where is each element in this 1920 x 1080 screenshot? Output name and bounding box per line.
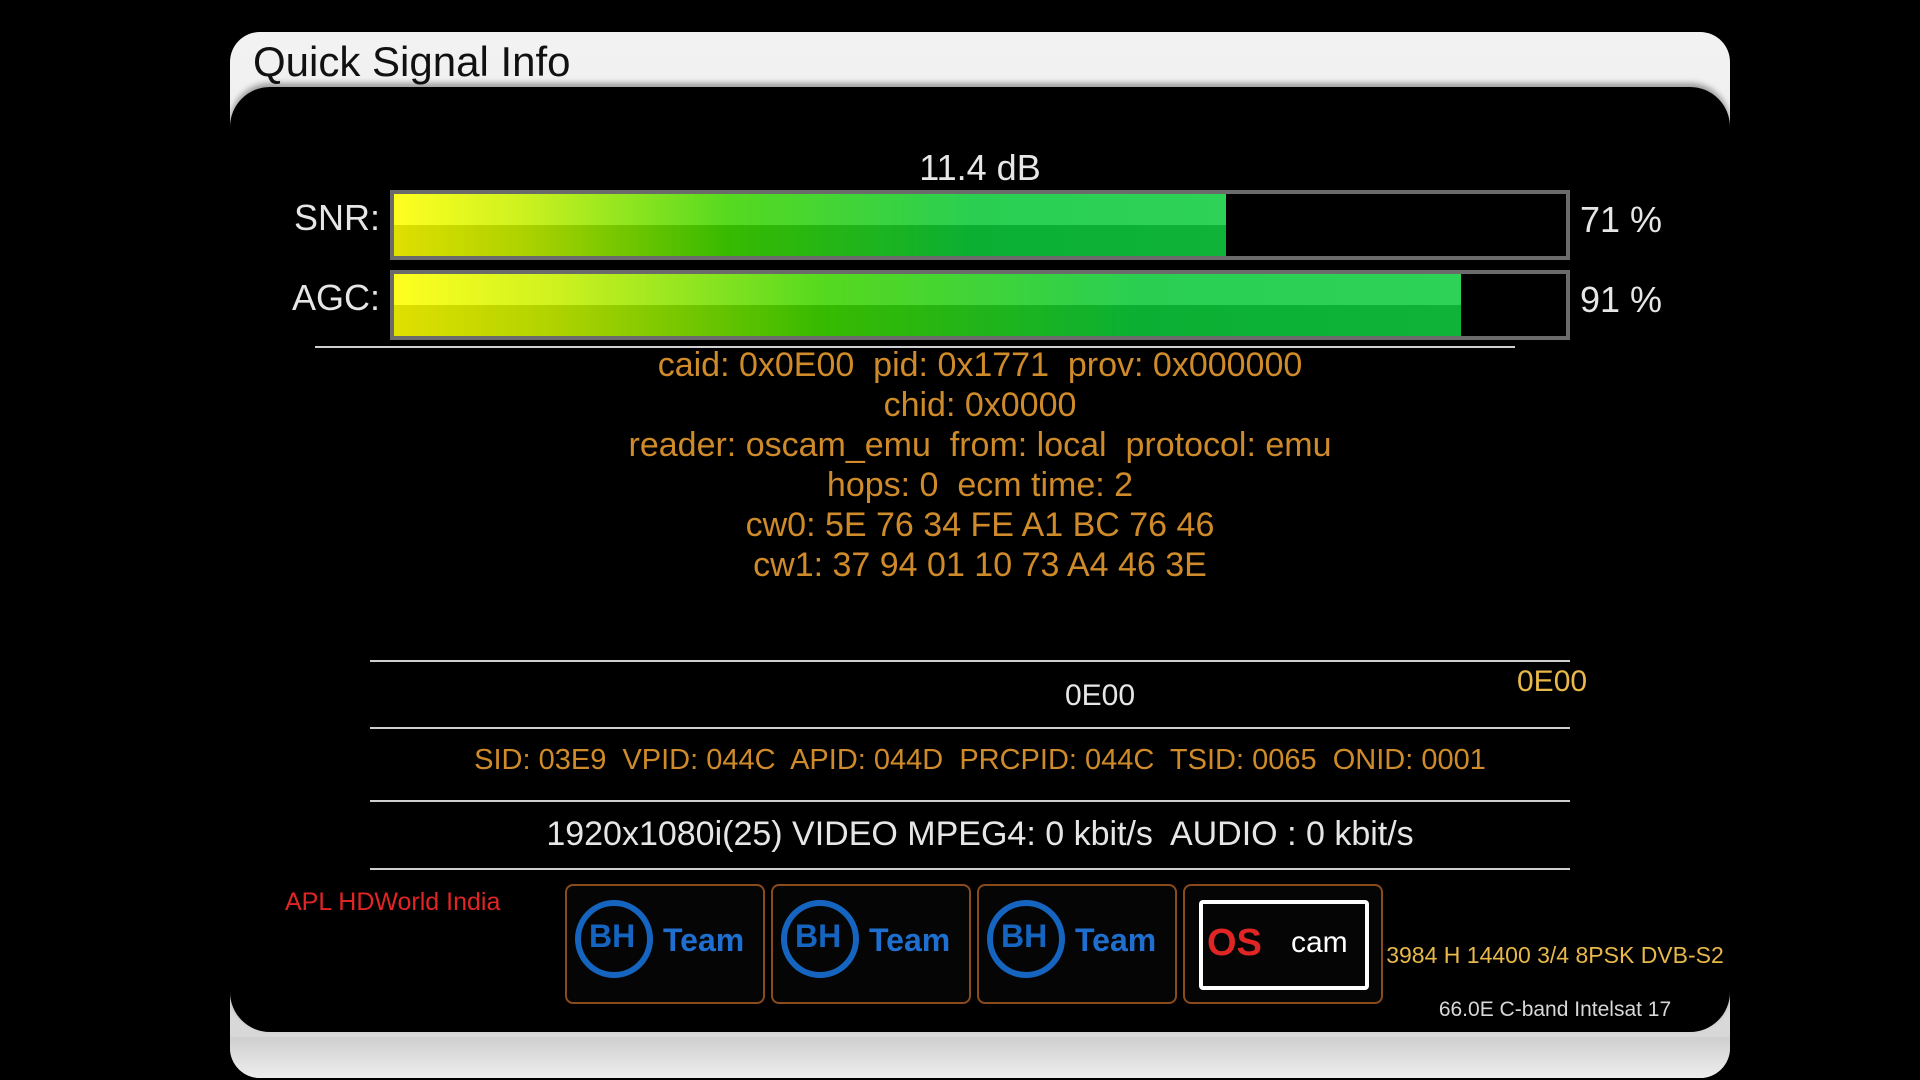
agc-bar (390, 270, 1570, 340)
channel-name: APL HDWorld India (285, 888, 501, 916)
caid-active-label: 0E00 (1517, 665, 1588, 698)
signal-info-window: Quick Signal Info 11.4 dB SNR: 71 % AGC:… (230, 32, 1730, 1078)
snr-bar (390, 190, 1570, 260)
cam-info-line: chid: 0x0000 (883, 386, 1077, 424)
window-bottom-border (230, 1037, 1730, 1078)
satellite-info: 66.0E C-band Intelsat 17 (1438, 998, 1672, 1021)
cam-info-line: reader: oscam_emu from: local protocol: … (628, 426, 1332, 464)
divider (370, 800, 1570, 802)
snr-bar-fill (394, 194, 1227, 256)
team-logo-text: Team (663, 922, 745, 958)
snr-label: SNR: (293, 197, 380, 238)
oscam-cam-text: cam (1291, 926, 1348, 959)
oscam-os-text: OS (1207, 922, 1262, 964)
bh-team-logo: BH Team (565, 884, 765, 1004)
snr-db-value: 11.4 dB (919, 147, 1041, 188)
divider (370, 868, 1570, 870)
bh-team-logo: BH Team (771, 884, 971, 1004)
cam-info-line: cw1: 37 94 01 10 73 A4 46 3E (753, 546, 1207, 584)
pid-info: SID: 03E9 VPID: 044C APID: 044D PRCPID: … (474, 744, 1486, 776)
oscam-logo: OS cam (1183, 884, 1383, 1004)
agc-label: AGC: (291, 277, 380, 318)
bh-logo-text: BH (795, 918, 842, 954)
bh-logo-text: BH (1001, 918, 1048, 954)
cam-info-line: cw0: 5E 76 34 FE A1 BC 76 46 (745, 506, 1215, 544)
window-title: Quick Signal Info (253, 38, 571, 85)
cam-info: caid: 0x0E00 pid: 0x1771 prov: 0x000000 … (230, 345, 1730, 585)
bh-team-logo: BH Team (977, 884, 1177, 1004)
team-logo-text: Team (1075, 922, 1157, 958)
bh-logo-text: BH (589, 918, 636, 954)
video-audio-info: 1920x1080i(25) VIDEO MPEG4: 0 kbit/s AUD… (546, 815, 1414, 853)
caid-label: 0E00 (1064, 679, 1136, 712)
divider (370, 727, 1570, 729)
cam-info-line: hops: 0 ecm time: 2 (826, 466, 1134, 504)
transponder-info: 3984 H 14400 3/4 8PSK DVB-S2 (1386, 942, 1724, 968)
signal-panel: 11.4 dB SNR: 71 % AGC: 91 % caid: 0x0E00… (230, 87, 1730, 1032)
agc-bar-fill (394, 274, 1461, 336)
snr-percent: 71 % (1580, 199, 1663, 240)
cam-info-line: caid: 0x0E00 pid: 0x1771 prov: 0x000000 (657, 346, 1303, 384)
agc-percent: 91 % (1580, 279, 1663, 320)
team-logo-text: Team (869, 922, 951, 958)
divider (370, 660, 1570, 662)
